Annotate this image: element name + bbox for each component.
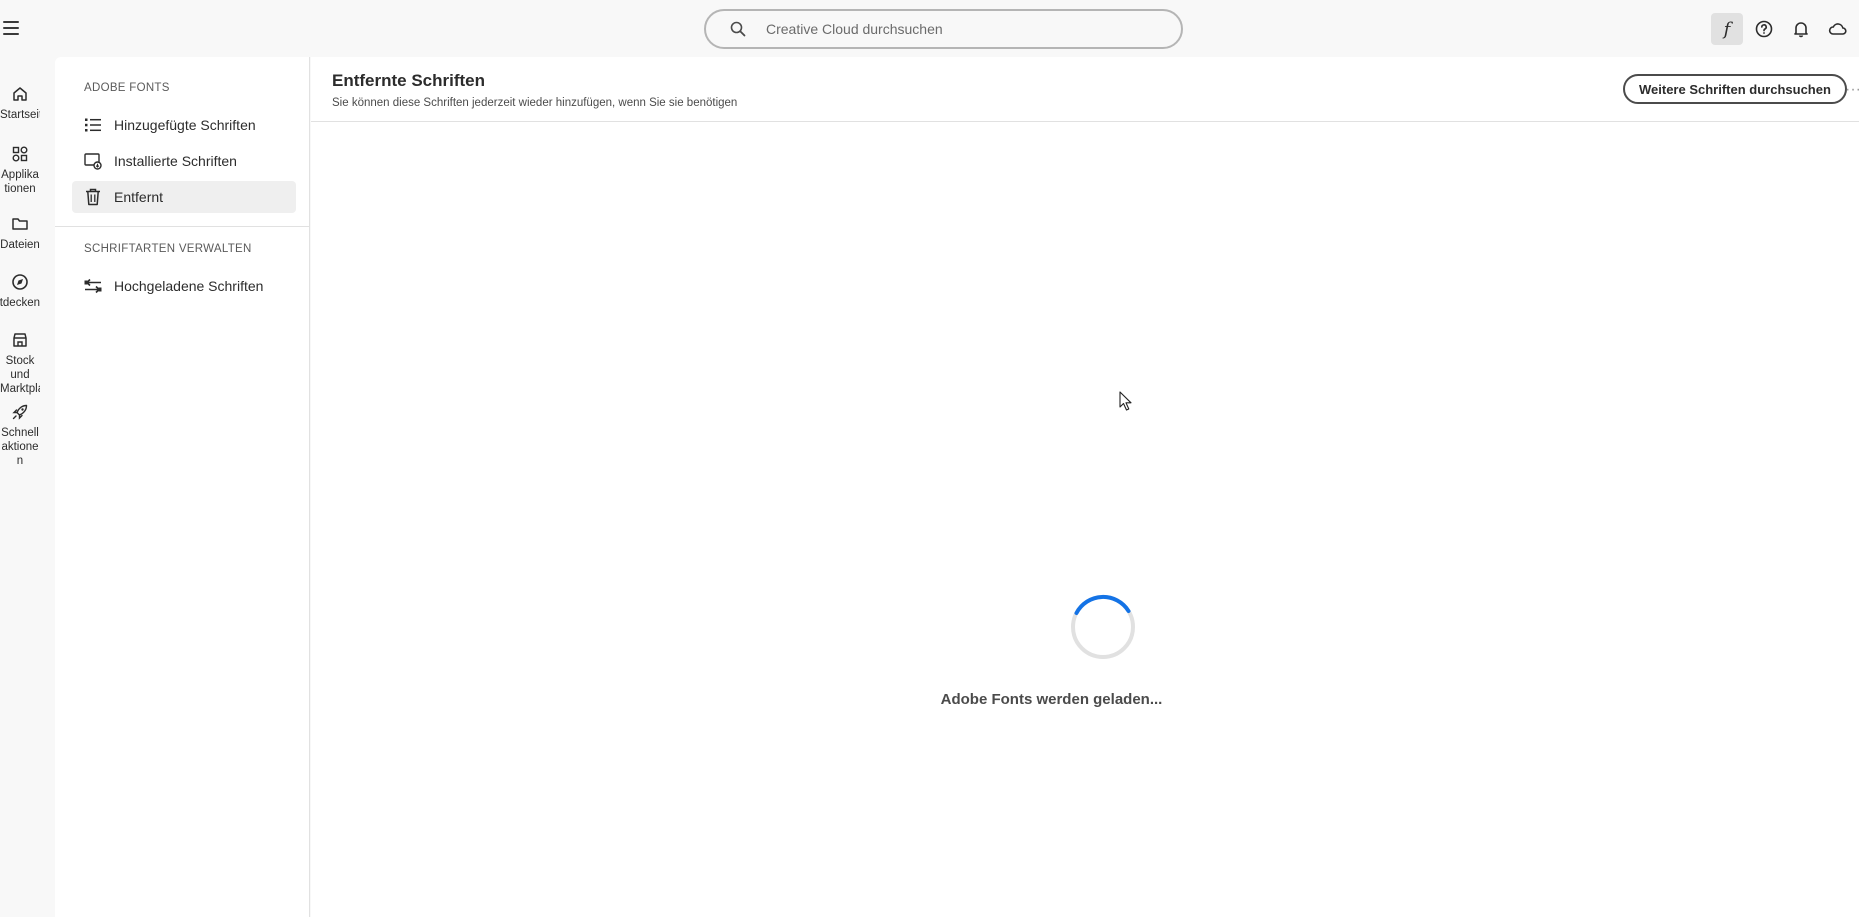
loading-text: Adobe Fonts werden geladen...	[940, 691, 1163, 708]
sidebar: ADOBE FONTS Hinzugefügte Schriften Insta…	[55, 57, 310, 917]
sidebar-item-label: Hinzugefügte Schriften	[114, 117, 256, 133]
search-icon	[728, 19, 748, 39]
fonts-f-icon[interactable]: f	[1711, 13, 1743, 45]
help-icon[interactable]	[1748, 13, 1780, 45]
trash-icon	[84, 188, 102, 206]
hamburger-icon[interactable]	[3, 19, 19, 37]
installed-icon	[84, 152, 102, 170]
main-header: Entfernte Schriften Sie können diese Sch…	[311, 57, 1859, 122]
section-heading-manage-fonts: SCHRIFTARTEN VERWALTEN	[84, 243, 252, 255]
rail-label: Stock und Marktplatz	[0, 355, 40, 395]
rail-label: Dateien	[0, 239, 40, 251]
page-subtitle: Sie können diese Schriften jederzeit wie…	[332, 97, 738, 109]
folder-icon	[0, 215, 40, 233]
sidebar-item-removed[interactable]: Entfernt	[72, 181, 296, 213]
left-rail: Startseite Applikationen Dateien Entdeck…	[0, 57, 55, 917]
apps-icon	[0, 145, 40, 163]
store-icon	[0, 331, 40, 349]
rail-item-home[interactable]: Startseite	[0, 85, 40, 122]
more-options-icon[interactable]: ···	[1845, 81, 1859, 97]
rail-label: Schnellaktionen	[1, 427, 39, 467]
sidebar-item-installed-fonts[interactable]: Installierte Schriften	[72, 145, 296, 177]
top-bar: f	[0, 0, 1859, 57]
rail-item-discover[interactable]: Entdecken	[0, 273, 40, 310]
mouse-cursor-icon	[1119, 391, 1132, 411]
sidebar-item-label: Hochgeladene Schriften	[114, 278, 264, 294]
sidebar-item-label: Installierte Schriften	[114, 153, 237, 169]
sidebar-item-label: Entfernt	[114, 189, 164, 205]
section-heading-adobe-fonts: ADOBE FONTS	[84, 82, 170, 94]
search-box[interactable]	[704, 9, 1183, 49]
list-icon	[84, 116, 102, 134]
rail-item-quick-actions[interactable]: Schnellaktionen	[0, 403, 40, 468]
search-input[interactable]	[764, 20, 1144, 38]
sidebar-divider	[55, 226, 310, 227]
rail-label: Applikationen	[1, 169, 39, 195]
cloud-icon[interactable]	[1822, 13, 1854, 45]
compass-icon	[0, 273, 40, 291]
sidebar-item-uploaded-fonts[interactable]: Hochgeladene Schriften	[72, 270, 296, 302]
loading-spinner	[1071, 594, 1135, 659]
transfer-icon	[84, 277, 102, 295]
top-icons: f	[1711, 13, 1859, 45]
home-icon	[0, 85, 40, 103]
rail-item-stock[interactable]: Stock und Marktplatz	[0, 331, 40, 396]
rocket-icon	[0, 403, 40, 421]
browse-more-fonts-button[interactable]: Weitere Schriften durchsuchen	[1623, 74, 1847, 104]
page-title: Entfernte Schriften	[332, 71, 486, 90]
sidebar-item-added-fonts[interactable]: Hinzugefügte Schriften	[72, 109, 296, 141]
rail-label: Entdecken	[0, 297, 40, 309]
main-content: Entfernte Schriften Sie können diese Sch…	[311, 57, 1859, 917]
rail-label: Startseite	[0, 109, 40, 121]
rail-item-files[interactable]: Dateien	[0, 215, 40, 252]
rail-item-apps[interactable]: Applikationen	[0, 145, 40, 196]
bell-icon[interactable]	[1785, 13, 1817, 45]
fonts-glyph: f	[1723, 18, 1731, 40]
